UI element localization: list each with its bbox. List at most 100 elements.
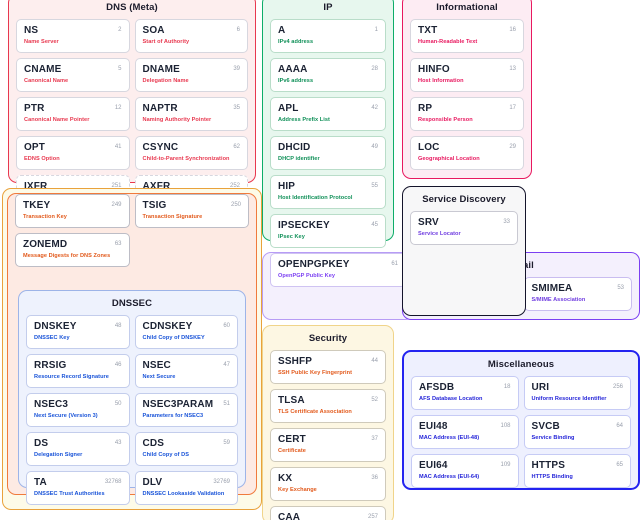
record-abbreviation: SRV	[418, 217, 511, 229]
region-security: Security SSHFP44SSH Public Key Fingerpri…	[262, 325, 394, 520]
record-card[interactable]: SVCB64Service Binding	[524, 415, 632, 449]
record-card[interactable]: LOC29Geographical Location	[410, 136, 524, 170]
record-card[interactable]: HIP55Host Identification Protocol	[270, 175, 386, 209]
record-card[interactable]: AAAA28IPv6 address	[270, 58, 386, 92]
record-description: AFS Database Location	[419, 395, 512, 404]
record-card[interactable]: CDS59Child Copy of DS	[135, 432, 239, 466]
record-card[interactable]: NAPTR35Naming Authority Pointer	[135, 97, 249, 131]
record-card[interactable]: RRSIG46Resource Record Signature	[26, 354, 130, 388]
record-card[interactable]: CDNSKEY60Child Copy of DNSKEY	[135, 315, 239, 349]
record-card[interactable]: EUI64109MAC Address (EUI-64)	[411, 454, 519, 488]
record-description: DNSSEC Lookaside Validation	[143, 490, 232, 499]
record-card[interactable]: CERT37Certificate	[270, 428, 386, 462]
record-abbreviation: HIP	[278, 181, 379, 193]
record-abbreviation: NSEC3PARAM	[143, 399, 232, 411]
record-description: Human-Readable Text	[418, 38, 517, 47]
record-card[interactable]: NSEC47Next Secure	[135, 354, 239, 388]
record-description: IPv4 address	[278, 38, 379, 47]
record-type-number: 44	[371, 356, 378, 367]
record-card[interactable]: SSHFP44SSH Public Key Fingerprint	[270, 350, 386, 384]
record-type-number: 13	[509, 64, 516, 75]
record-card[interactable]: DLV32769DNSSEC Lookaside Validation	[135, 471, 239, 505]
record-card[interactable]: TKEY249Transaction Key	[15, 194, 130, 228]
record-card[interactable]: TXT16Human-Readable Text	[410, 19, 524, 53]
record-description: Start of Authority	[143, 38, 242, 47]
record-abbreviation: NS	[24, 25, 123, 37]
record-type-number: 50	[115, 399, 122, 410]
record-description: HTTPS Binding	[532, 473, 625, 482]
region-title-informational: Informational	[403, 0, 531, 19]
record-grid-miscellaneous: AFSDB18AFS Database LocationURI256Unifor…	[404, 376, 638, 495]
record-card[interactable]: OPT41EDNS Option	[16, 136, 130, 170]
record-description: MAC Address (EUI-64)	[419, 473, 512, 482]
record-card[interactable]: APL42Address Prefix List	[270, 97, 386, 131]
record-card[interactable]: OPENPGPKEY61OpenPGP Public Key	[270, 253, 406, 287]
record-card[interactable]: KX36Key Exchange	[270, 467, 386, 501]
record-type-number: 48	[115, 321, 122, 332]
record-card[interactable]: CSYNC62Child-to-Parent Synchronization	[135, 136, 249, 170]
record-card[interactable]: NS2Name Server	[16, 19, 130, 53]
record-description: MAC Address (EUI-48)	[419, 434, 512, 443]
record-card[interactable]: DNSKEY48DNSSEC Key	[26, 315, 130, 349]
record-abbreviation: TLSA	[278, 395, 379, 407]
record-description: Resource Record Signature	[34, 373, 123, 382]
record-abbreviation: LOC	[418, 142, 517, 154]
record-card[interactable]: DS43Delegation Signer	[26, 432, 130, 466]
record-card[interactable]: IPSECKEY45IPsec Key	[270, 214, 386, 248]
record-description: IPv6 address	[278, 77, 379, 86]
record-abbreviation: TXT	[418, 25, 517, 37]
record-abbreviation: KX	[278, 473, 379, 485]
record-description: Child Copy of DNSKEY	[143, 334, 232, 343]
record-card[interactable]: NSEC3PARAM51Parameters for NSEC3	[135, 393, 239, 427]
record-card[interactable]: DHCID49DHCP identifier	[270, 136, 386, 170]
record-card[interactable]: EUI48108MAC Address (EUI-48)	[411, 415, 519, 449]
record-description: Naming Authority Pointer	[143, 116, 242, 125]
record-card[interactable]: SOA6Start of Authority	[135, 19, 249, 53]
record-card[interactable]: CAA257Certification Authority Authorizat…	[270, 506, 386, 520]
record-card[interactable]: TSIG250Transaction Signature	[135, 194, 250, 228]
record-card[interactable]: PTR12Canonical Name Pointer	[16, 97, 130, 131]
record-card[interactable]: DNAME39Delegation Name	[135, 58, 249, 92]
record-card[interactable]: RP17Responsible Person	[410, 97, 524, 131]
record-type-number: 12	[115, 103, 122, 114]
record-abbreviation: EUI48	[419, 421, 512, 433]
record-card[interactable]: URI256Uniform Resource Identifier	[524, 376, 632, 410]
record-card[interactable]: AFSDB18AFS Database Location	[411, 376, 519, 410]
record-card[interactable]: HINFO13Host Information	[410, 58, 524, 92]
record-abbreviation: OPT	[24, 142, 123, 154]
record-type-number: 18	[504, 382, 511, 393]
record-type-number: 60	[223, 321, 230, 332]
record-abbreviation: NSEC	[143, 360, 232, 372]
record-description: Service Locator	[418, 230, 511, 239]
record-card[interactable]: ZONEMD63Message Digests for DNS Zones	[15, 233, 130, 267]
record-card[interactable]: A1IPv4 address	[270, 19, 386, 53]
record-type-number: 2	[118, 25, 121, 36]
record-description: Host Information	[418, 77, 517, 86]
record-card[interactable]: CNAME5Canonical Name	[16, 58, 130, 92]
region-informational: Informational TXT16Human-Readable TextHI…	[402, 0, 532, 179]
record-abbreviation: EUI64	[419, 460, 512, 472]
record-type-number: 61	[391, 259, 398, 270]
region-miscellaneous: Miscellaneous AFSDB18AFS Database Locati…	[402, 350, 640, 490]
region-title-security: Security	[263, 326, 393, 350]
record-card[interactable]: TA32768DNSSEC Trust Authorities	[26, 471, 130, 505]
record-abbreviation: PTR	[24, 103, 123, 115]
record-type-number: 63	[115, 239, 122, 250]
record-abbreviation: RRSIG	[34, 360, 123, 372]
record-card[interactable]: SRV33Service Locator	[410, 211, 518, 245]
record-card[interactable]: HTTPS65HTTPS Binding	[524, 454, 632, 488]
record-abbreviation: ZONEMD	[23, 239, 123, 251]
record-card[interactable]: SMIMEA53S/MIME Association	[524, 277, 633, 311]
record-description: Delegation Signer	[34, 451, 123, 460]
record-card[interactable]: TLSA52TLS Certificate Association	[270, 389, 386, 423]
record-card[interactable]: NSEC350Next Secure (Version 3)	[26, 393, 130, 427]
record-type-number: 250	[231, 200, 241, 211]
record-abbreviation: IPSECKEY	[278, 220, 379, 232]
record-abbreviation: TSIG	[143, 200, 243, 212]
record-type-number: 51	[223, 399, 230, 410]
region-openpgp: OPENPGPKEY61OpenPGP Public Key	[262, 252, 414, 320]
record-description: Uniform Resource Identifier	[532, 395, 625, 404]
record-abbreviation: CERT	[278, 434, 379, 446]
record-type-number: 5	[118, 64, 121, 75]
record-description: Child Copy of DS	[143, 451, 232, 460]
